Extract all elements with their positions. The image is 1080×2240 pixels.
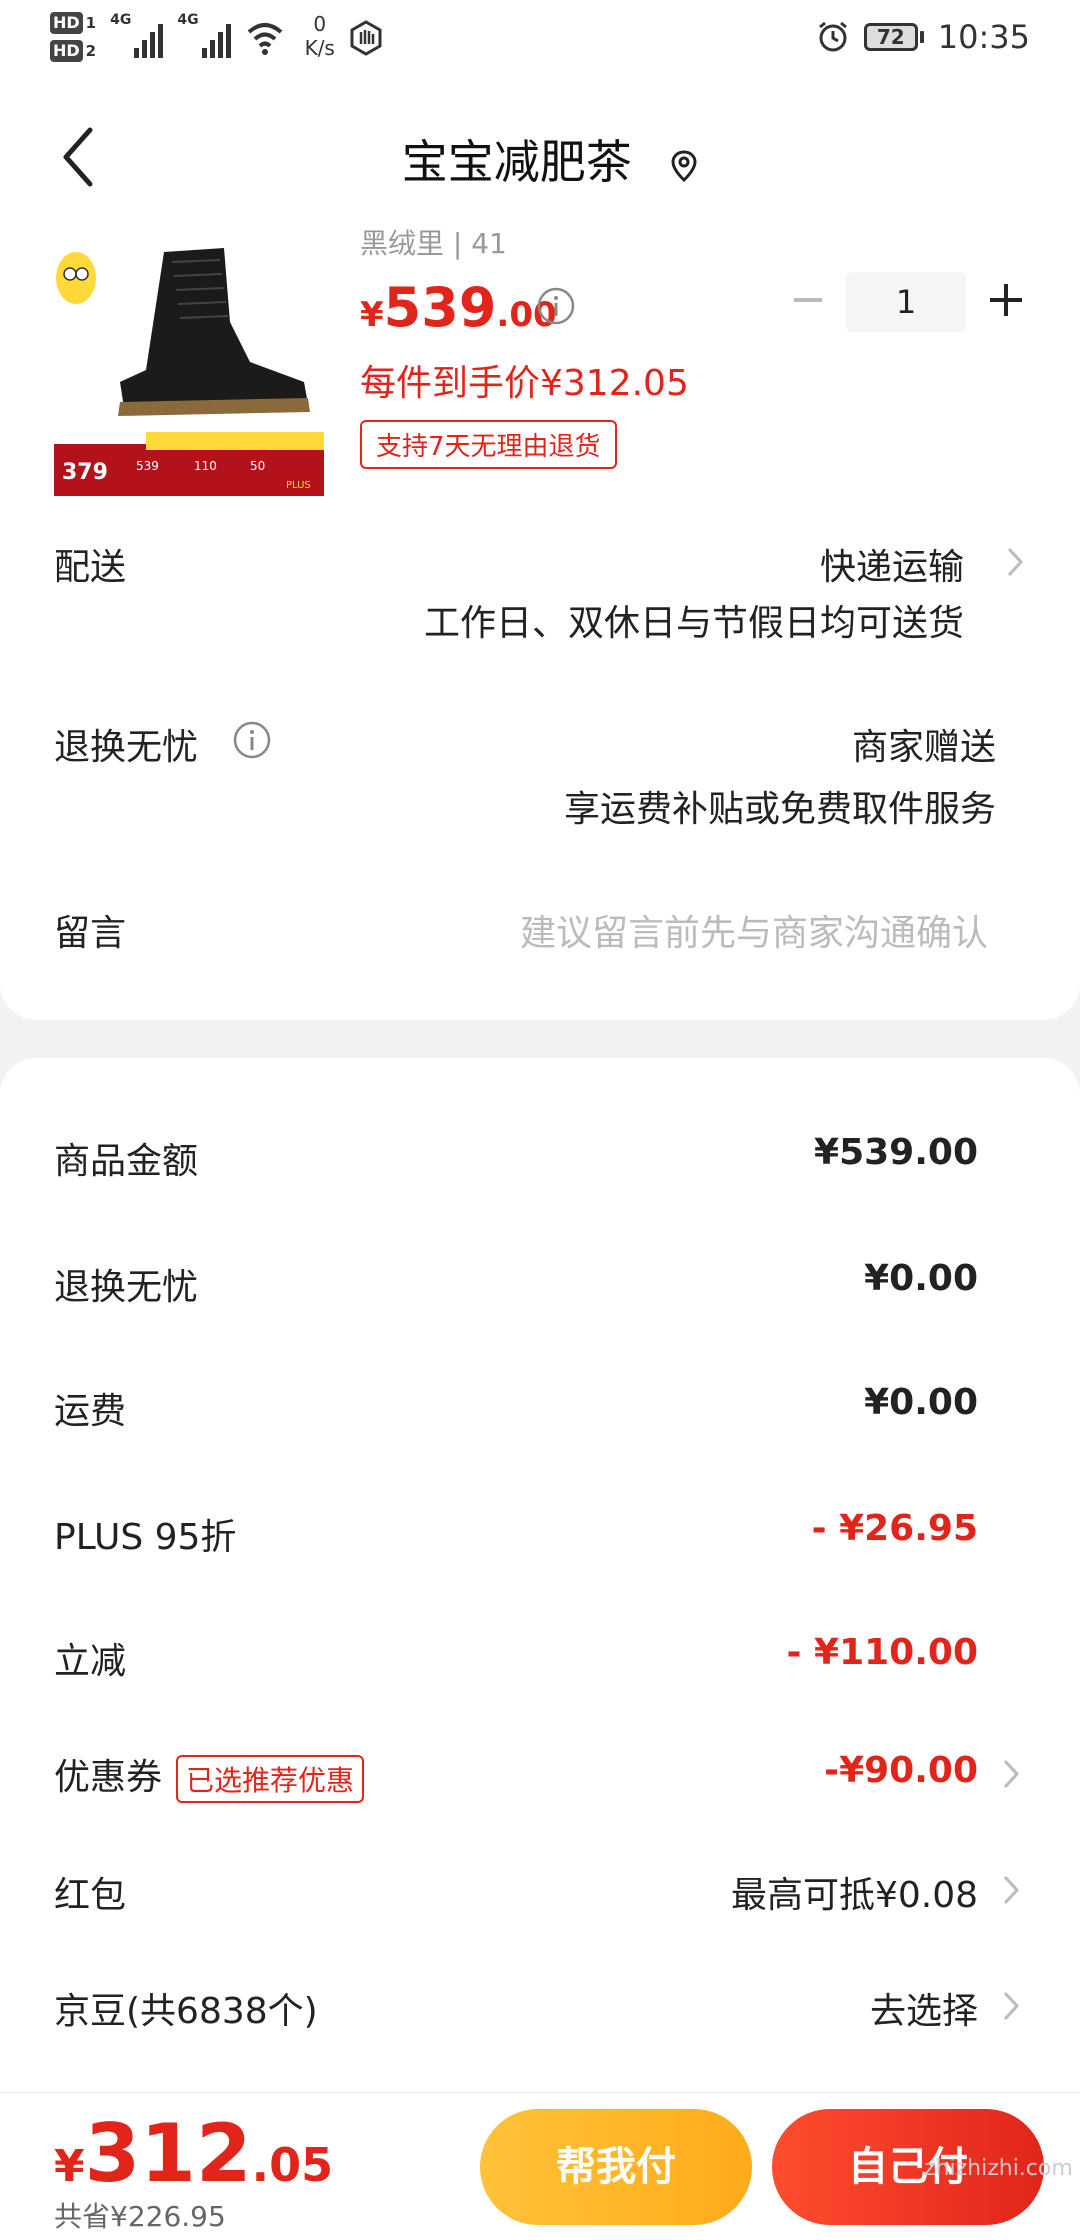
- hd-indicator-2: HD 2: [50, 40, 96, 62]
- price-summary-card: 商品金额 ¥539.00 退换无忧 ¥0.00 运费 ¥0.00 PLUS 95…: [0, 1058, 1080, 2240]
- order-item-card: 宝宝减肥茶 379 539 110 50 PLUS 黑绒里 | 41 ¥539.…: [0, 86, 1080, 1020]
- return-service-label: 退换无忧: [54, 727, 199, 768]
- chevron-right-icon[interactable]: [1000, 1872, 1022, 1908]
- help-me-pay-button[interactable]: 帮我付: [480, 2109, 752, 2225]
- page-title: 宝宝减肥茶: [0, 126, 1080, 192]
- coupon-row[interactable]: 优惠券 已选推荐优惠: [54, 1748, 365, 1803]
- wifi-icon: [247, 23, 282, 55]
- watermark: zhizhizhi.com: [924, 2156, 1073, 2181]
- total-price: ¥312.05: [54, 2107, 334, 2200]
- svg-text:379: 379: [62, 460, 108, 485]
- goods-amount-value: ¥539.00: [814, 1132, 978, 1173]
- instant-discount-label: 立减: [54, 1641, 127, 1682]
- checkout-bar: ¥312.05 共省¥226.95 帮我付 自己付: [0, 2092, 1080, 2240]
- return-fee-label: 退换无忧: [54, 1267, 199, 1308]
- return-policy-tag: 支持7天无理由退货: [360, 420, 617, 469]
- chevron-right-icon[interactable]: [1000, 1988, 1022, 2024]
- coupon-value[interactable]: -¥90.00: [824, 1750, 978, 1791]
- chevron-right-icon[interactable]: [1000, 1756, 1022, 1792]
- signal-icon-1: 4G: [110, 12, 164, 58]
- quantity-plus-button[interactable]: [986, 280, 1026, 320]
- product-price: ¥539.00: [360, 276, 557, 339]
- plus-discount-value: - ¥26.95: [811, 1508, 978, 1549]
- redpacket-label: 红包: [54, 1875, 127, 1916]
- svg-text:110: 110: [194, 459, 217, 473]
- return-service-detail: 享运费补贴或免费取件服务: [563, 789, 996, 830]
- coupon-label: 优惠券: [54, 1757, 163, 1798]
- signal-icon-2: 4G: [177, 12, 231, 58]
- alarm-icon: [818, 21, 847, 52]
- location-pin-icon[interactable]: [670, 149, 698, 183]
- plus-discount-label: PLUS 95折: [54, 1517, 237, 1558]
- per-item-price: 每件到手价¥312.05: [360, 363, 689, 404]
- quantity-minus-button[interactable]: [788, 280, 828, 320]
- return-info-icon[interactable]: [232, 720, 272, 760]
- network-speed: 0 K/s: [304, 12, 335, 60]
- return-service-value: 商家赠送: [851, 727, 996, 768]
- chevron-right-icon[interactable]: [1004, 544, 1026, 580]
- message-label: 留言: [54, 913, 127, 954]
- redpacket-value[interactable]: 最高可抵¥0.08: [731, 1866, 978, 1918]
- message-input[interactable]: 建议留言前先与商家沟通确认: [520, 904, 988, 956]
- svg-text:PLUS: PLUS: [286, 480, 311, 491]
- shipping-value: ¥0.00: [864, 1382, 978, 1423]
- jingdou-label: 京豆(共6838个): [54, 1991, 318, 2032]
- total-saved: 共省¥226.95: [54, 2200, 226, 2233]
- hd-indicator-1: HD 1: [50, 12, 96, 34]
- instant-discount-value: - ¥110.00: [786, 1632, 978, 1673]
- product-spec[interactable]: 黑绒里 | 41: [360, 222, 507, 262]
- price-info-icon[interactable]: [536, 286, 576, 326]
- clock: 10:35: [937, 18, 1030, 56]
- svg-text:50: 50: [250, 459, 265, 473]
- delivery-detail: 工作日、双休日与节假日均可送货: [423, 603, 964, 644]
- goods-amount-label: 商品金额: [54, 1141, 199, 1182]
- svg-text:539: 539: [136, 459, 159, 473]
- status-bar: HD 1 HD 2 4G 4G 0 K/s 72 10:35: [0, 0, 1080, 86]
- jingdou-select[interactable]: 去选择: [870, 1982, 978, 2034]
- shipping-label: 运费: [54, 1391, 127, 1432]
- product-image[interactable]: 379 539 110 50 PLUS: [54, 232, 324, 522]
- hand-icon: [350, 20, 382, 56]
- delivery-label: 配送: [54, 547, 127, 588]
- return-fee-value: ¥0.00: [864, 1258, 978, 1299]
- quantity-input[interactable]: 1: [846, 272, 966, 332]
- battery-icon: 72: [863, 23, 924, 51]
- delivery-method[interactable]: 快递运输: [820, 538, 964, 590]
- coupon-badge: 已选推荐优惠: [176, 1755, 365, 1803]
